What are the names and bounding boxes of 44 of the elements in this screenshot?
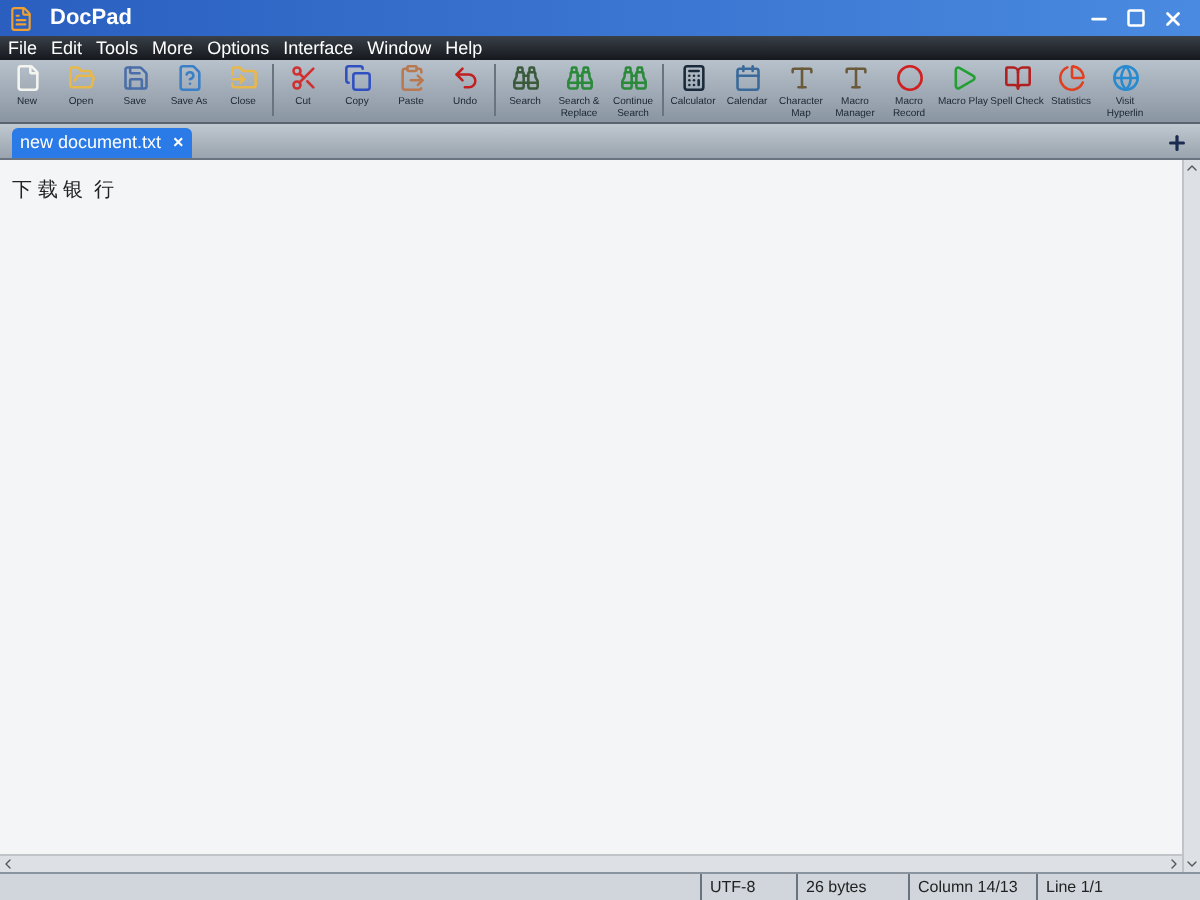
status-field: Column 14/13 [908, 874, 1036, 900]
page-icon [13, 64, 41, 92]
menu-item[interactable]: Edit [51, 39, 83, 57]
globe-icon [1111, 64, 1139, 92]
folder-icon [67, 64, 95, 92]
binoculars-icon [565, 64, 593, 92]
close-icon[interactable] [1162, 7, 1184, 29]
pie-chart-icon [1057, 64, 1085, 92]
status-field: 26 bytes [796, 874, 908, 900]
scroll-up-icon[interactable] [1184, 160, 1200, 176]
maximize-icon[interactable] [1126, 7, 1146, 27]
calendar-icon [733, 64, 761, 92]
menu-item[interactable]: File [8, 39, 38, 57]
horizontal-scrollbar[interactable] [0, 854, 1182, 872]
scroll-right-icon[interactable] [1166, 856, 1182, 872]
clipboard-icon [397, 64, 425, 92]
tab-close-button[interactable]: × [173, 129, 184, 157]
menu-item[interactable]: Options [207, 39, 270, 57]
undo-icon [451, 64, 479, 92]
copy-icon [343, 64, 371, 92]
search-icon [511, 64, 539, 92]
binoculars-icon [619, 64, 647, 92]
tab-label: new document.txt [20, 129, 162, 156]
window-title: DocPad [50, 3, 132, 34]
scroll-down-icon[interactable] [1184, 856, 1200, 872]
menu-item[interactable]: Interface [283, 39, 354, 57]
play-icon [949, 64, 977, 92]
menu-item[interactable]: Tools [96, 39, 139, 57]
folder-arrow-icon [229, 64, 257, 92]
scroll-left-icon[interactable] [0, 856, 16, 872]
vertical-scrollbar[interactable] [1182, 160, 1200, 872]
calculator-icon [679, 64, 707, 92]
status-field: UTF-8 [700, 874, 796, 900]
new-tab-icon[interactable] [1166, 132, 1188, 154]
app-logo-icon [8, 5, 34, 31]
document-tab[interactable]: new document.txt × [12, 128, 192, 158]
menu-item[interactable]: Window [367, 39, 432, 57]
editor-text: 下 载 银 行 [12, 180, 115, 202]
menu-item[interactable]: More [152, 39, 194, 57]
menu-item[interactable]: Help [445, 39, 483, 57]
scissors-icon [289, 64, 317, 92]
record-icon [895, 64, 923, 92]
status-field: Line 1/1 [1036, 874, 1200, 900]
book-icon [1003, 64, 1031, 92]
